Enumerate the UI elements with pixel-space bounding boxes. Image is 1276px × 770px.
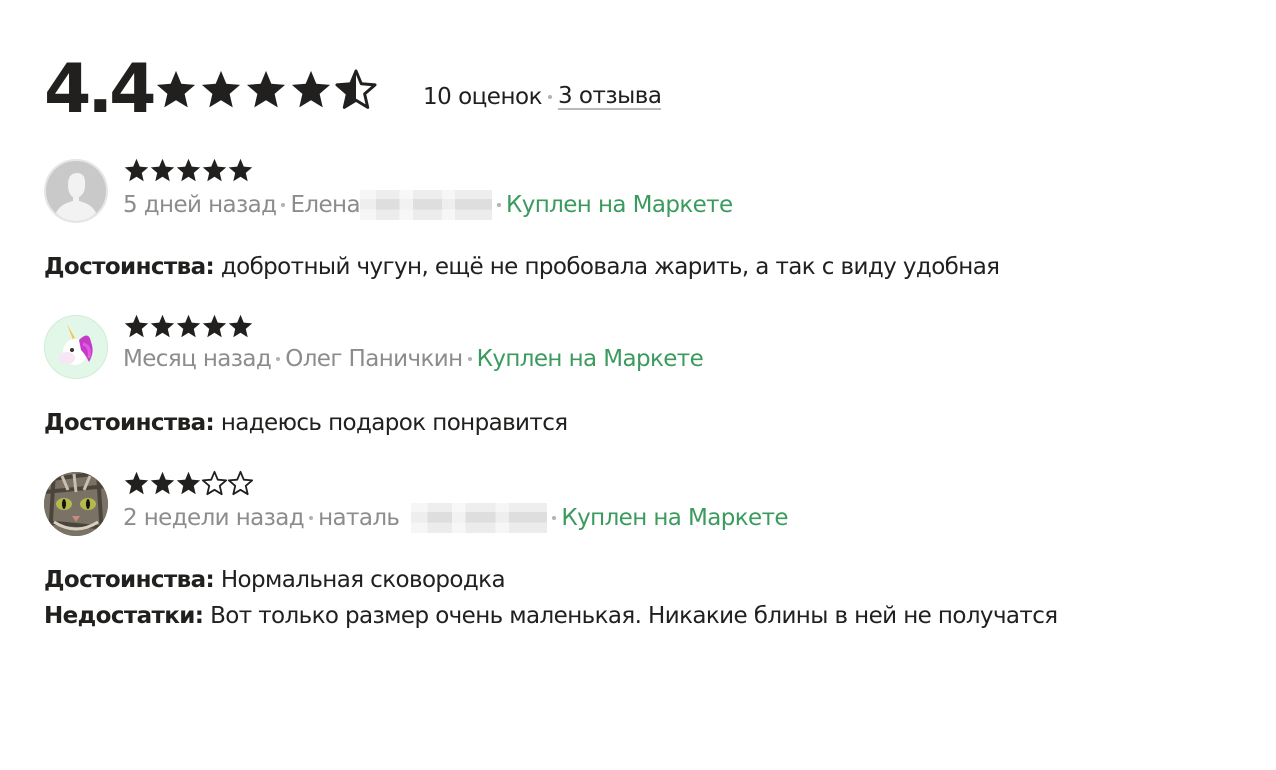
separator-dot bbox=[496, 203, 501, 207]
review-stars bbox=[123, 470, 788, 497]
separator-dot bbox=[276, 357, 281, 361]
star-filled-icon bbox=[176, 314, 201, 338]
star-empty-icon bbox=[201, 470, 228, 496]
separator-dot bbox=[467, 357, 472, 361]
star-filled-icon bbox=[176, 158, 201, 182]
review-author: Елена bbox=[290, 192, 360, 218]
star-filled-icon bbox=[291, 70, 331, 108]
ratings-count: 10 оценок bbox=[423, 84, 542, 110]
review-item: 5 дней назад Елена Куплен на Маркете Дос… bbox=[44, 157, 1000, 285]
star-filled-icon bbox=[156, 70, 196, 108]
review-meta: 5 дней назад Елена Куплен на Маркете bbox=[123, 190, 733, 220]
default-user-avatar-icon[interactable] bbox=[44, 159, 108, 223]
unicorn-avatar-icon[interactable] bbox=[44, 315, 108, 379]
pros-text: Нормальная сковородка bbox=[220, 567, 506, 593]
bought-on-market-badge: Куплен на Маркете bbox=[561, 505, 788, 531]
review-pros: Достоинства: добротный чугун, ещё не про… bbox=[44, 249, 1000, 285]
review-date: Месяц назад bbox=[123, 346, 272, 372]
review-author: наталь bbox=[318, 505, 400, 531]
star-filled-icon bbox=[150, 314, 175, 338]
review-pros: Достоинства: Нормальная сковородка bbox=[44, 562, 1058, 598]
rating-counts: 10 оценок 3 отзыва bbox=[423, 84, 662, 110]
star-filled-icon bbox=[150, 471, 175, 495]
rating-stars bbox=[154, 68, 379, 112]
review-item: Месяц назад Олег Паничкин Куплен на Марк… bbox=[44, 313, 704, 441]
review-meta: 2 недели назад наталь Куплен на Маркете bbox=[123, 503, 789, 533]
star-filled-icon bbox=[124, 314, 149, 338]
star-filled-icon bbox=[124, 471, 149, 495]
pros-text: надеюсь подарок понравится bbox=[220, 410, 568, 436]
review-item: 2 недели назад наталь Куплен на Маркете … bbox=[44, 470, 1058, 634]
star-filled-icon bbox=[201, 70, 241, 108]
pros-text: добротный чугун, ещё не пробовала жарить… bbox=[220, 254, 1000, 280]
review-pros: Достоинства: надеюсь подарок понравится bbox=[44, 405, 703, 441]
star-filled-icon bbox=[202, 314, 227, 338]
star-half-icon bbox=[335, 69, 377, 109]
star-filled-icon bbox=[150, 158, 175, 182]
average-rating: 4.4 bbox=[44, 50, 156, 129]
bought-on-market-badge: Куплен на Маркете bbox=[505, 192, 733, 218]
star-empty-icon bbox=[227, 470, 254, 496]
review-cons: Недостатки: Вот только размер очень мале… bbox=[44, 598, 1058, 634]
review-date: 5 дней назад bbox=[123, 192, 277, 218]
star-filled-icon bbox=[228, 314, 253, 338]
review-date: 2 недели назад bbox=[123, 505, 305, 531]
separator-dot bbox=[309, 516, 314, 520]
blurred-author-surname bbox=[359, 190, 492, 220]
cat-avatar-icon[interactable] bbox=[44, 472, 108, 536]
star-filled-icon bbox=[246, 70, 286, 108]
separator-dot bbox=[281, 203, 286, 207]
pros-label: Достоинства: bbox=[44, 254, 215, 280]
bought-on-market-badge: Куплен на Маркете bbox=[476, 346, 704, 372]
pros-label: Достоинства: bbox=[44, 567, 215, 593]
star-filled-icon bbox=[176, 471, 201, 495]
separator-dot bbox=[547, 95, 552, 99]
separator-dot bbox=[552, 516, 557, 520]
review-meta: Месяц назад Олег Паничкин Куплен на Марк… bbox=[123, 346, 704, 372]
cons-text: Вот только размер очень маленькая. Никак… bbox=[210, 603, 1058, 629]
blurred-author-surname bbox=[411, 503, 548, 533]
star-filled-icon bbox=[228, 158, 253, 182]
reviews-link[interactable]: 3 отзыва bbox=[557, 84, 662, 110]
cons-label: Недостатки: bbox=[44, 603, 204, 629]
rating-summary: 4.4 10 оценок 3 отзыва bbox=[44, 50, 662, 129]
pros-label: Достоинства: bbox=[44, 410, 215, 436]
review-author: Олег Паничкин bbox=[285, 346, 463, 372]
review-stars bbox=[123, 157, 733, 184]
review-stars bbox=[123, 313, 703, 340]
star-filled-icon bbox=[202, 158, 227, 182]
star-filled-icon bbox=[124, 158, 149, 182]
